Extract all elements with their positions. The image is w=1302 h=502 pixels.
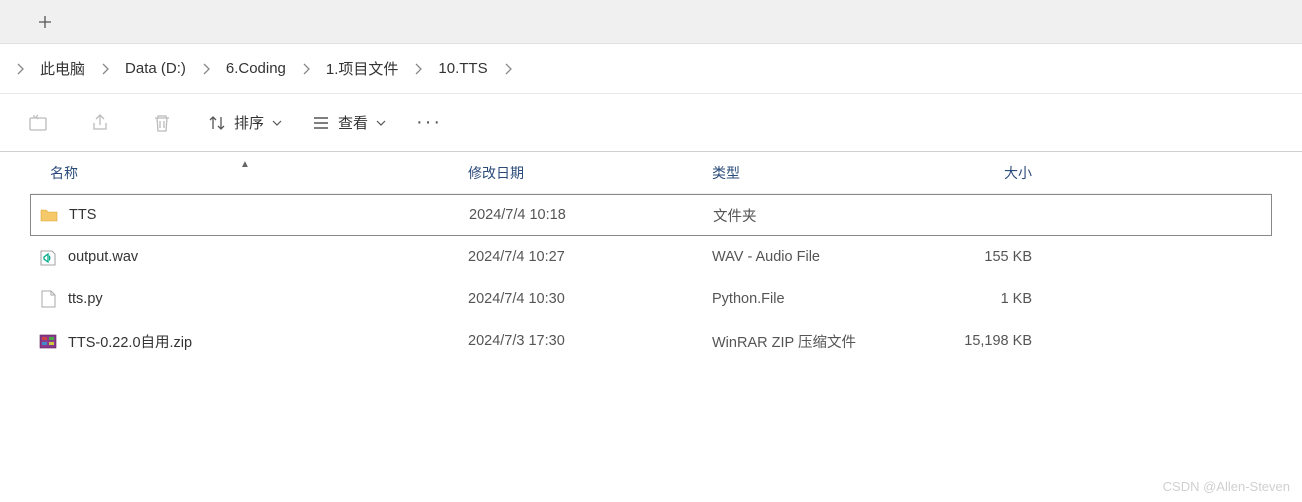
breadcrumb-item[interactable]: Data (D:) xyxy=(115,55,196,82)
share-icon xyxy=(89,112,111,134)
file-date: 2024/7/3 17:30 xyxy=(468,333,712,349)
file-type: WAV - Audio File xyxy=(712,249,912,265)
column-size[interactable]: 大小 xyxy=(912,163,1042,183)
file-size: 155 KB xyxy=(912,249,1042,265)
column-headers: 名称 ▲ 修改日期 类型 大小 xyxy=(30,152,1272,194)
rename-icon xyxy=(27,112,49,134)
file-row[interactable]: TTS 2024/7/4 10:18文件夹 xyxy=(30,194,1272,236)
sort-icon xyxy=(208,114,226,132)
audio-icon xyxy=(38,247,58,267)
file-type: WinRAR ZIP 压缩文件 xyxy=(712,331,912,352)
file-name: TTS xyxy=(69,207,96,223)
file-date: 2024/7/4 10:18 xyxy=(469,207,713,223)
file-date: 2024/7/4 10:27 xyxy=(468,249,712,265)
sort-indicator-icon: ▲ xyxy=(240,159,250,170)
file-name: TTS-0.22.0自用.zip xyxy=(68,331,192,352)
delete-button[interactable] xyxy=(146,107,178,139)
column-date[interactable]: 修改日期 xyxy=(468,163,712,183)
tabs-bar xyxy=(0,0,1302,44)
file-icon xyxy=(38,289,58,309)
chevron-right-icon xyxy=(408,63,428,75)
trash-icon xyxy=(151,112,173,134)
breadcrumb-item[interactable]: 1.项目文件 xyxy=(316,53,409,84)
zip-icon xyxy=(38,331,58,351)
file-size: 15,198 KB xyxy=(912,333,1042,349)
rename-button[interactable] xyxy=(22,107,54,139)
view-label: 查看 xyxy=(338,112,368,133)
share-button[interactable] xyxy=(84,107,116,139)
chevron-right-icon xyxy=(296,63,316,75)
file-list: TTS 2024/7/4 10:18文件夹 output.wav 2024/7/4 1… xyxy=(30,194,1272,362)
file-name: tts.py xyxy=(68,291,103,307)
more-button[interactable]: ··· xyxy=(416,111,442,134)
breadcrumb-item[interactable]: 6.Coding xyxy=(216,55,296,82)
file-row[interactable]: output.wav 2024/7/4 10:27WAV - Audio File… xyxy=(30,236,1272,278)
file-size: 1 KB xyxy=(912,291,1042,307)
file-type: Python.File xyxy=(712,291,912,307)
new-tab-button[interactable] xyxy=(30,7,60,37)
file-row[interactable]: TTS-0.22.0自用.zip 2024/7/3 17:30WinRAR ZIP… xyxy=(30,320,1272,362)
column-name[interactable]: 名称 ▲ xyxy=(30,163,468,183)
sort-label: 排序 xyxy=(234,112,264,133)
breadcrumb-item[interactable]: 此电脑 xyxy=(30,53,95,84)
chevron-right-icon[interactable] xyxy=(10,63,30,75)
sort-button[interactable]: 排序 xyxy=(208,112,282,133)
file-area: 名称 ▲ 修改日期 类型 大小 TTS 2024/7/4 10:18文件夹 outp… xyxy=(0,152,1302,362)
plus-icon xyxy=(38,15,52,29)
chevron-right-icon xyxy=(95,63,115,75)
file-name: output.wav xyxy=(68,249,138,265)
view-icon xyxy=(312,114,330,132)
breadcrumb: 此电脑 Data (D:) 6.Coding 1.项目文件 10.TTS xyxy=(0,44,1302,94)
file-row[interactable]: tts.py 2024/7/4 10:30Python.File1 KB xyxy=(30,278,1272,320)
toolbar: 排序 查看 ··· xyxy=(0,94,1302,152)
breadcrumb-item[interactable]: 10.TTS xyxy=(428,55,497,82)
watermark: CSDN @Allen-Steven xyxy=(1163,479,1290,494)
chevron-right-icon xyxy=(498,63,518,75)
chevron-right-icon xyxy=(196,63,216,75)
column-type[interactable]: 类型 xyxy=(712,163,912,183)
view-button[interactable]: 查看 xyxy=(312,112,386,133)
file-date: 2024/7/4 10:30 xyxy=(468,291,712,307)
chevron-down-icon xyxy=(376,120,386,126)
folder-icon xyxy=(39,205,59,225)
file-type: 文件夹 xyxy=(713,205,913,226)
chevron-down-icon xyxy=(272,120,282,126)
